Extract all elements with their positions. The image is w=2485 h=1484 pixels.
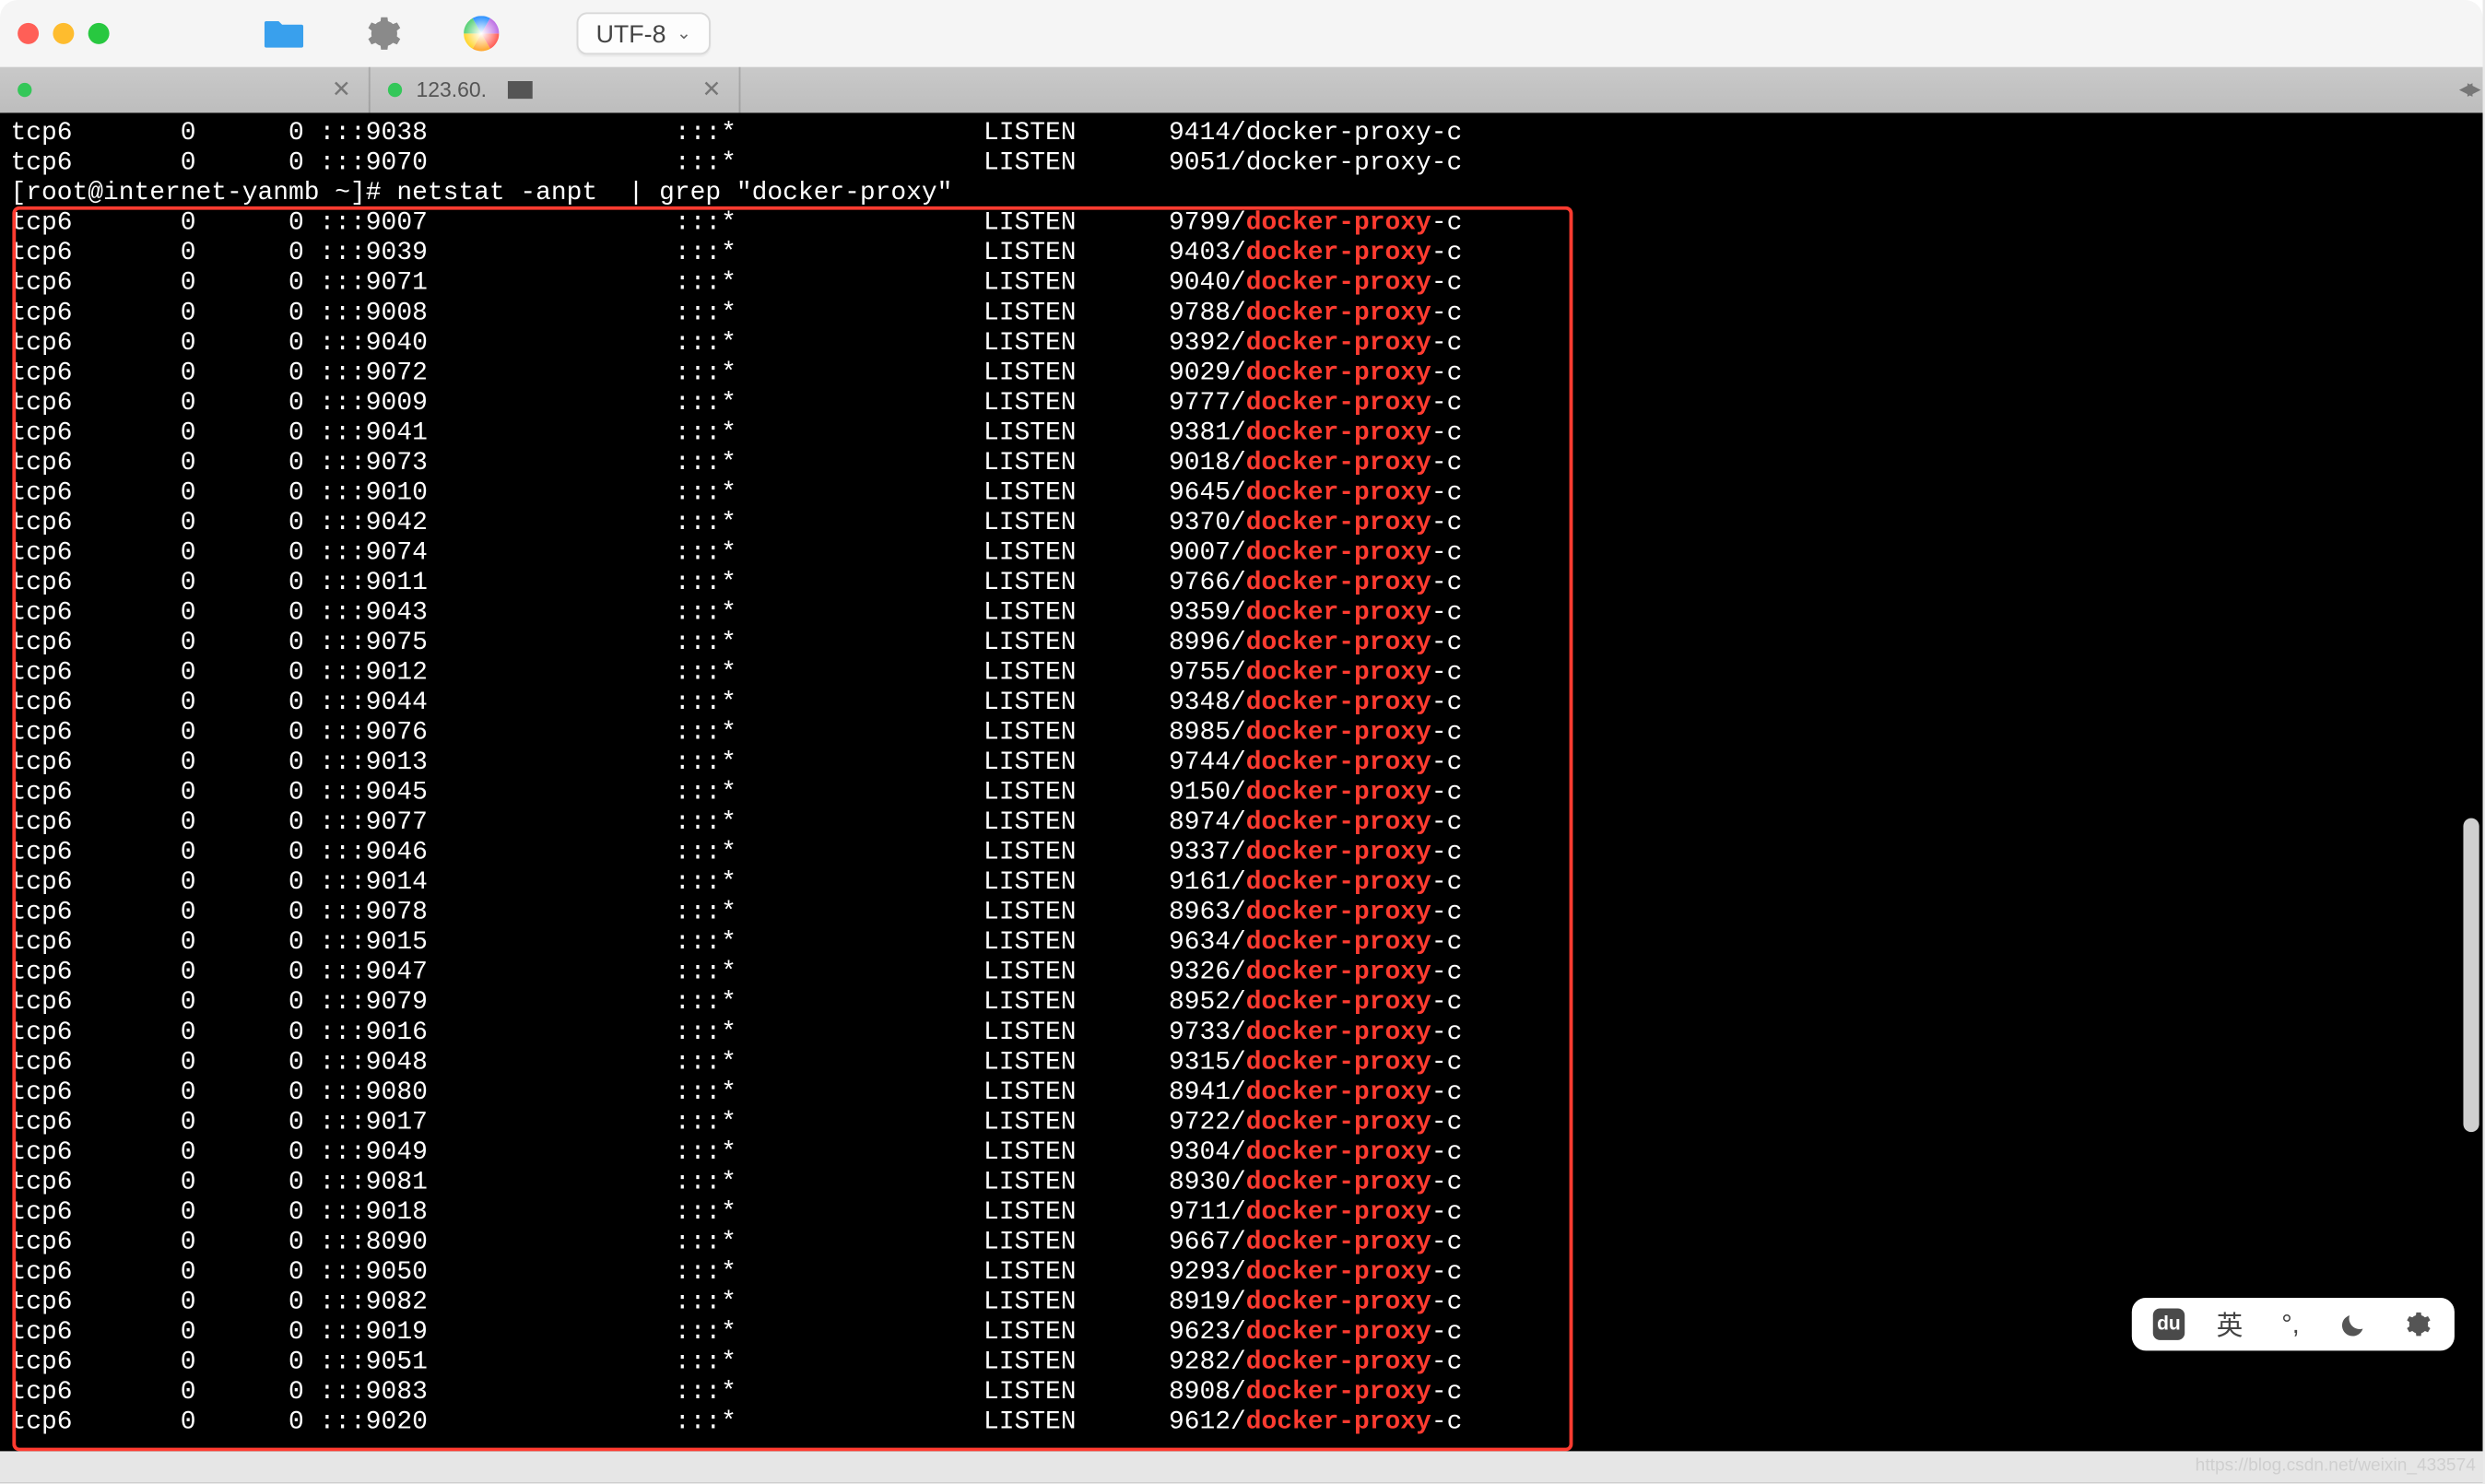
watermark-url: https://blog.csdn.net/weixin_433574: [2196, 1456, 2476, 1476]
moon-icon[interactable]: [2338, 1308, 2370, 1339]
encoding-label: UTF-8: [596, 19, 666, 48]
tab-label: 123.60.: [416, 77, 487, 102]
tab-close-icon[interactable]: ✕: [332, 76, 351, 104]
scrollbar-thumb[interactable]: [2463, 819, 2479, 1133]
ime-toolbar[interactable]: du 英 °,: [2132, 1298, 2455, 1350]
redacted-block: [508, 81, 533, 99]
gear-icon[interactable]: [2402, 1308, 2433, 1339]
ime-mode-label[interactable]: 英: [2217, 1306, 2244, 1343]
status-dot-icon: [388, 83, 402, 97]
chevron-down-icon: ⌄: [677, 24, 691, 43]
terminal-area[interactable]: tcp6 0 0 :::9038 :::* LISTEN 9414/docker…: [0, 112, 2483, 1482]
window-minimize-button[interactable]: [53, 23, 74, 44]
color-wheel-icon[interactable]: [456, 9, 506, 59]
folder-icon[interactable]: [259, 9, 309, 59]
encoding-select[interactable]: UTF-8 ⌄: [577, 12, 712, 54]
window-controls: [18, 23, 109, 44]
titlebar: UTF-8 ⌄: [0, 0, 2483, 67]
terminal-output: tcp6 0 0 :::9038 :::* LISTEN 9414/docker…: [7, 112, 2458, 1439]
tab-overflow-icon[interactable]: ◀▶: [2459, 80, 2476, 100]
punctuation-icon[interactable]: °,: [2275, 1308, 2306, 1339]
baidu-icon[interactable]: du: [2153, 1308, 2185, 1339]
tab-strip: ✕ 123.60. ✕ ◀▶: [0, 67, 2483, 113]
tab-session-2[interactable]: 123.60. ✕: [371, 67, 741, 113]
gear-icon[interactable]: [358, 9, 407, 59]
tab-close-icon[interactable]: ✕: [702, 76, 722, 104]
bottom-strip: [0, 1451, 2483, 1482]
window-close-button[interactable]: [18, 23, 39, 44]
tab-session-1[interactable]: ✕: [0, 67, 371, 113]
window-maximize-button[interactable]: [88, 23, 110, 44]
status-dot-icon: [18, 83, 31, 97]
scrollbar-track[interactable]: [2463, 226, 2479, 1462]
